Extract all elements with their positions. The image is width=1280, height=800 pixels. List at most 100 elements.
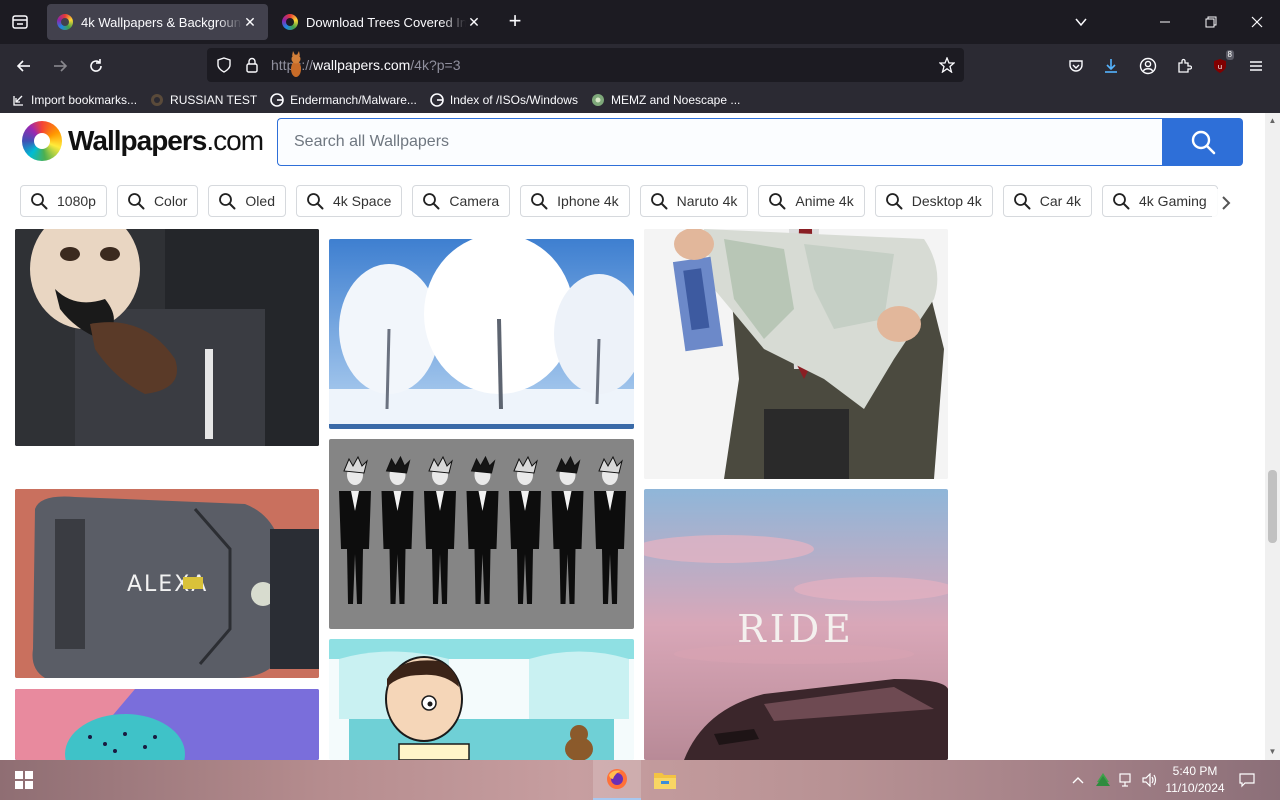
close-tab-icon[interactable]: ✕ — [242, 14, 258, 30]
page-icon — [149, 92, 165, 108]
tag-chip[interactable]: Naruto 4k — [639, 185, 749, 217]
minimize-icon[interactable] — [1142, 0, 1188, 44]
restore-icon[interactable] — [1188, 0, 1234, 44]
tag-chip-row: 1080p Color Oled 4k Space Camera Iphone 4k Nar… — [20, 185, 1245, 217]
pocket-icon[interactable] — [1062, 52, 1090, 80]
tag-chip-label: Color — [153, 193, 188, 209]
tag-chip[interactable]: Desktop 4k — [874, 185, 993, 217]
tag-chip[interactable]: Color — [116, 185, 199, 217]
tag-chip-label: 1080p — [57, 193, 96, 209]
shield-icon[interactable] — [215, 56, 233, 74]
tag-chip[interactable]: 1080p — [20, 185, 107, 217]
forward-icon[interactable] — [46, 52, 74, 80]
page-scrollbar[interactable]: ▲ ▼ — [1265, 113, 1280, 760]
tab-trees[interactable]: Download Trees Covered In Salt ✕ — [272, 4, 492, 40]
search-icon — [1191, 130, 1215, 155]
downloads-icon[interactable] — [1097, 52, 1125, 80]
import-icon — [10, 92, 26, 108]
bookmark-star-icon[interactable] — [938, 56, 956, 74]
reload-icon[interactable] — [82, 52, 110, 80]
tab-wallpapers[interactable]: 4k Wallpapers & Backgrounds F ✕ — [47, 4, 268, 40]
tag-chip[interactable]: Iphone 4k — [520, 185, 630, 217]
google-icon — [429, 92, 445, 108]
chevron-right-icon[interactable] — [1212, 189, 1240, 217]
lock-icon[interactable] — [243, 56, 261, 74]
wallpaper-tile-ride-car[interactable]: RIDE — [644, 489, 948, 760]
wallpaper-tile-snow-trees[interactable] — [329, 239, 634, 429]
bookmark-label: Index of /ISOs/Windows — [449, 92, 578, 107]
wallpaper-tile-mr-bean-map[interactable] — [644, 229, 948, 479]
bookmarks-toolbar: Import bookmarks... RUSSIAN TEST Enderma… — [0, 86, 1280, 113]
tag-chip[interactable]: Car 4k — [1002, 185, 1092, 217]
tag-chip[interactable]: 4k Gaming — [1102, 185, 1218, 217]
new-tab-icon[interactable]: + — [503, 10, 527, 34]
tab-list-icon[interactable] — [8, 10, 32, 34]
wallpaper-tile-anime-suits[interactable] — [329, 439, 634, 629]
site-icon — [590, 92, 606, 108]
bookmark-endermanch[interactable]: Endermanch/Malware... — [269, 92, 417, 108]
search-icon — [126, 191, 146, 211]
file-explorer-taskbar-icon[interactable] — [641, 760, 689, 800]
windows-taskbar: 5:40 PM 11/10/2024 — [0, 760, 1280, 800]
site-logo[interactable]: Wallpapers.com — [22, 121, 264, 161]
cat-cursor-icon — [291, 51, 301, 77]
account-icon[interactable] — [1134, 52, 1162, 80]
back-icon[interactable] — [10, 52, 38, 80]
tag-chip-label: Anime 4k — [795, 193, 854, 209]
search-icon — [529, 191, 549, 211]
scroll-down-icon[interactable]: ▼ — [1268, 747, 1277, 757]
navigation-toolbar: https://wallpapers.com/4k?p=3 u 8 — [0, 44, 1280, 86]
search-button[interactable] — [1162, 118, 1243, 166]
tag-chip[interactable]: 4k Space — [295, 185, 403, 217]
wallpaper-tile-alexa-camera[interactable]: ALEXA — [15, 489, 319, 678]
tab-bar: 4k Wallpapers & Backgrounds F ✕ Download… — [0, 0, 1280, 44]
windows-start-icon[interactable] — [0, 760, 48, 800]
logo-text: Wallpapers.com — [68, 125, 264, 156]
list-all-tabs-icon[interactable] — [1058, 0, 1104, 44]
bookmark-index-isos[interactable]: Index of /ISOs/Windows — [429, 92, 578, 108]
close-window-icon[interactable] — [1234, 0, 1280, 44]
color-wheel-icon — [22, 121, 62, 161]
search-input[interactable] — [278, 119, 1163, 165]
search-box — [277, 118, 1163, 166]
search-icon — [305, 191, 325, 211]
firefox-taskbar-icon[interactable] — [593, 760, 641, 800]
svg-text:u: u — [1218, 63, 1222, 71]
tree-app-tray-icon[interactable] — [1093, 760, 1113, 800]
show-hidden-icons-icon[interactable] — [1068, 760, 1088, 800]
search-icon — [884, 191, 904, 211]
tag-chip-label: Car 4k — [1039, 193, 1081, 209]
close-tab-icon[interactable]: ✕ — [466, 14, 482, 30]
bookmark-label: Import bookmarks... — [31, 92, 138, 107]
scroll-up-icon[interactable]: ▲ — [1268, 116, 1277, 126]
search-icon — [1111, 191, 1131, 211]
clock-date: 11/10/2024 — [1165, 781, 1225, 795]
bookmark-memz[interactable]: MEMZ and Noescape ... — [590, 92, 740, 108]
web-page: Wallpapers.com 1080p Color Oled 4k Space Cam… — [0, 113, 1265, 760]
notifications-icon[interactable] — [1236, 760, 1258, 800]
url-bar[interactable]: https://wallpapers.com/4k?p=3 — [207, 48, 964, 82]
wallpapers-favicon-icon — [282, 14, 298, 30]
tag-chip[interactable]: Oled — [208, 185, 286, 217]
system-clock[interactable]: 5:40 PM 11/10/2024 — [1156, 763, 1234, 797]
extensions-icon[interactable] — [1170, 52, 1198, 80]
wallpaper-tile-donut[interactable] — [15, 689, 319, 760]
tag-chip-label: 4k Space — [332, 193, 392, 209]
wallpaper-tile-money-heist[interactable] — [15, 229, 319, 446]
ublock-icon[interactable]: u 8 — [1206, 50, 1234, 80]
tag-chip-label: Iphone 4k — [557, 193, 619, 209]
menu-icon[interactable] — [1242, 52, 1270, 80]
tab-title: 4k Wallpapers & Backgrounds F — [81, 14, 242, 30]
tag-chip[interactable]: Camera — [412, 185, 511, 217]
bookmark-label: MEMZ and Noescape ... — [610, 92, 741, 107]
bookmark-import[interactable]: Import bookmarks... — [10, 92, 137, 108]
scroll-thumb[interactable] — [1268, 470, 1277, 543]
search-icon — [767, 191, 787, 211]
bookmark-russian-test[interactable]: RUSSIAN TEST — [149, 92, 257, 108]
google-icon — [269, 92, 285, 108]
extension-badge: 8 — [1225, 50, 1234, 60]
tag-chip[interactable]: Anime 4k — [758, 185, 865, 217]
network-icon[interactable] — [1116, 760, 1138, 800]
clock-time: 5:40 PM — [1172, 764, 1218, 778]
wallpaper-tile-mr-bean-cartoon[interactable] — [329, 639, 634, 760]
